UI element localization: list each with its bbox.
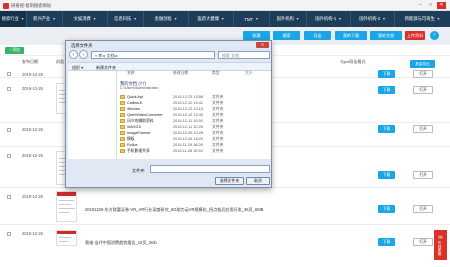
address-bar: ‹ › « 库 ▸ 文档 ▸ 搜索 文档	[68, 50, 271, 61]
folder-icon	[120, 107, 125, 111]
category-nav: 搜索行业 ▼ 新兴产业 ▼ 文娱消费 ▼ 信息科技 ▼ 金融创投 ▼ 医药大健康 ▼ TMT…	[0, 11, 450, 27]
window-titlebar: 研报搜-复制搜索网站 – □ ✕	[0, 0, 450, 11]
column-modified[interactable]: 修改日期	[173, 71, 188, 76]
folder-icon	[120, 125, 125, 129]
open-button[interactable]: 打开	[413, 70, 433, 78]
search-input[interactable]: 搜索 文档	[218, 51, 270, 59]
maximize-icon[interactable]: □	[426, 2, 435, 9]
open-button[interactable]: 打开	[413, 205, 433, 213]
download-button[interactable]: 下载	[378, 70, 395, 78]
select-folder-button[interactable]: 选择文件夹	[215, 177, 244, 185]
export-button[interactable]: 导出	[304, 31, 331, 40]
dialog-title: 选择文件夹	[71, 43, 93, 48]
folder-name-label: 文件夹:	[132, 168, 146, 173]
batch-export-button[interactable]: 批量导出	[410, 60, 435, 68]
tab-foreign[interactable]: 国外机构 ▼	[270, 11, 307, 27]
table-row: 2019-12-26 奥维-当代中国消费趋势报告_10页_3mb 下载 打开	[0, 226, 450, 267]
column-cover: 封面	[56, 59, 64, 64]
forward-arrow-icon[interactable]: ›	[79, 50, 88, 59]
row-title[interactable]: 奥维-当代中国消费趋势报告_10页_3mb	[85, 240, 157, 246]
row-checkbox[interactable]	[7, 154, 11, 158]
file-list: 名称 修改日期 类型 大小 我的文档 (77) C:\Users\Adminis…	[117, 71, 271, 159]
download-button[interactable]: 下载	[378, 86, 395, 94]
row-date: 2019-12-26	[22, 72, 43, 77]
row-checkbox[interactable]	[7, 128, 11, 132]
my-downloads-button[interactable]: 我的下载	[335, 31, 367, 40]
row-date: 2019-12-26	[22, 127, 43, 132]
folder-icon	[120, 95, 125, 99]
column-format: 与pdf导出格式	[340, 59, 366, 64]
app-logo-icon	[3, 3, 9, 9]
row-date: 2019-12-26	[22, 153, 43, 158]
row-checkbox[interactable]	[7, 72, 11, 76]
row-title[interactable]: 20191226-东方财富证券-VR_AR行业深度研究_5G助力云VR规模化_拐…	[85, 207, 263, 213]
search-button[interactable]: 搜索	[273, 31, 300, 40]
row-checkbox[interactable]	[7, 195, 11, 199]
path-input[interactable]: « 库 ▸ 文档 ▸	[91, 51, 215, 59]
upload-button[interactable]: 上传资料	[405, 31, 425, 40]
tab-health[interactable]: 医药大健康 ▼	[189, 11, 234, 27]
folder-icon	[120, 149, 125, 153]
document-thumbnail	[56, 230, 77, 246]
document-thumbnail	[56, 191, 77, 222]
tab-foreign-2[interactable]: 国外机构-2 ▼	[351, 11, 395, 27]
open-button[interactable]: 打开	[413, 125, 433, 133]
minimize-icon[interactable]: –	[416, 2, 425, 9]
tab-entertainment[interactable]: 文娱消费 ▼	[63, 11, 108, 27]
folder-icon	[120, 137, 125, 141]
open-button[interactable]: 打开	[413, 238, 433, 246]
tab-finance[interactable]: 金融创投 ▼	[144, 11, 189, 27]
folder-icon	[120, 101, 125, 105]
column-type[interactable]: 类型	[212, 71, 220, 76]
dialog-close-icon[interactable]: ✕	[256, 42, 269, 48]
folder-name-input[interactable]	[150, 165, 270, 173]
tab-tmt[interactable]: TMT ▼	[234, 11, 270, 27]
my-documents-button[interactable]: 我的文档	[370, 31, 402, 40]
command-bar: 组织 ▾ 新建文件夹	[68, 62, 271, 71]
column-date: 发布日期	[22, 59, 38, 64]
list-item[interactable]: 手机影视共享 2019-11-28 10:54 文件夹	[117, 148, 271, 154]
library-path: C:\Users\Administrator	[120, 86, 159, 90]
dialog-titlebar: 选择文件夹 ✕	[66, 41, 271, 49]
tab-emerging[interactable]: 新兴产业 ▼	[27, 11, 63, 27]
settings-circle-icon[interactable]: ○	[430, 31, 439, 40]
folder-icon	[120, 143, 125, 147]
download-button[interactable]: 下载	[378, 238, 395, 246]
column-name[interactable]: 名称	[127, 71, 135, 76]
tab-foreign-1[interactable]: 国外机构-1 ▼	[307, 11, 351, 27]
row-date: 2019-12-26	[22, 194, 43, 199]
navigation-pane[interactable]	[68, 71, 117, 159]
folder-icon	[120, 131, 125, 135]
row-date: 2019-12-26	[22, 86, 43, 91]
row-checkbox[interactable]	[7, 87, 11, 91]
table-row: 2019-12-26 20191226-东方财富证券-VR_AR行业深度研究_5…	[0, 189, 450, 225]
add-button[interactable]: + 添加	[5, 47, 24, 54]
download-button[interactable]: 下载	[378, 171, 395, 179]
customer-service-button[interactable]: ✉ 在线客服	[434, 230, 447, 260]
folder-picker-dialog: 选择文件夹 ✕ ‹ › « 库 ▸ 文档 ▸ 搜索 文档 组织 ▾ 新建文件夹 …	[65, 40, 272, 188]
open-button[interactable]: 打开	[413, 86, 433, 94]
row-checkbox[interactable]	[7, 232, 11, 236]
row-date: 2019-12-26	[22, 231, 43, 236]
window-title: 研报搜-复制搜索网站	[11, 3, 52, 8]
download-button[interactable]: 下载	[378, 205, 395, 213]
folder-icon	[120, 119, 125, 123]
tab-new-energy[interactable]: 新能源与可再生 ▼	[395, 11, 450, 27]
folder-icon	[120, 113, 125, 117]
cancel-button[interactable]: 取消	[246, 177, 270, 185]
close-icon[interactable]: ✕	[437, 2, 446, 9]
tab-it[interactable]: 信息科技 ▼	[108, 11, 144, 27]
open-button[interactable]: 打开	[413, 171, 433, 179]
tab-search-industry[interactable]: 搜索行业 ▼	[0, 11, 27, 27]
collect-button[interactable]: 收藏	[243, 31, 270, 40]
column-size[interactable]: 大小	[245, 71, 253, 76]
back-arrow-icon[interactable]: ‹	[69, 50, 78, 59]
download-button[interactable]: 下载	[378, 125, 395, 133]
